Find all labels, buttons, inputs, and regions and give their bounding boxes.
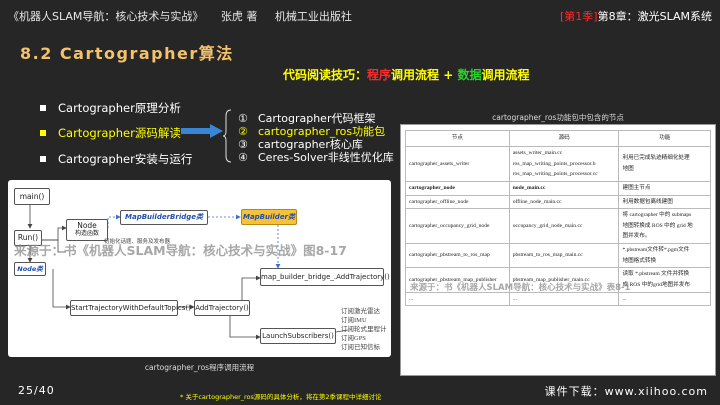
source-file: assets_writer_main.cc — [512, 150, 563, 156]
cell-function: *.pbstream文件转*.pgm文件 地图格式转换 — [618, 242, 711, 269]
cell-node: cartographer_pbstream_to_ros_map — [405, 242, 510, 269]
arrow-right-icon — [181, 124, 223, 138]
tip-part1: 程序 — [367, 68, 392, 82]
bullet-item: Cartographer原理分析 — [40, 100, 181, 116]
download-link[interactable]: 课件下载：www.xiihoo.com — [545, 383, 708, 399]
chapter-label: 第8章：激光SLAM系统 — [597, 10, 712, 23]
section-title: 8.2 Cartographer算法 — [20, 44, 234, 63]
table-row: cartographer_offline_node offline_node_ma… — [405, 194, 711, 210]
function-text: 读取 *.pbstream 文件并转换 — [622, 271, 690, 278]
source-file: occupancy_grid_node_main.cc — [512, 222, 583, 229]
bullet-square-icon — [40, 155, 46, 162]
function-text: 建图主节点 — [622, 184, 651, 191]
bullet-item: Cartographer安装与运行 — [40, 151, 192, 167]
source-file: ... — [512, 295, 517, 302]
cell-source: occupancy_grid_node_main.cc — [508, 208, 620, 244]
cell-node: ... — [405, 291, 510, 307]
code-reading-tip: 代码阅读技巧：程序调用流程 + 数据调用流程 — [283, 66, 529, 83]
author: 张虎 著 — [220, 10, 258, 23]
cell-function: 利用已完成轨迹精细化处理 地图 — [618, 146, 711, 182]
col-header-function: 功能 — [618, 130, 711, 147]
node-constructor-box: Node 构造函数 — [66, 219, 108, 241]
cell-node: cartographer_node — [405, 180, 510, 196]
function-text: 地图格式转换 — [622, 257, 657, 264]
function-text: 将 cartographer 中的 submaps — [622, 212, 692, 219]
function-text: ... — [622, 295, 627, 302]
book-title: 《机器人SLAM导航：核心技术与实战》 — [8, 10, 204, 23]
cell-node: cartographer_offline_node — [405, 194, 510, 210]
function-text: 利用已完成轨迹精细化处理 — [622, 155, 690, 162]
add-trajectory-box: AddTrajectory() — [194, 300, 250, 316]
cell-function: 读取 *.pbstream 文件并转换成 ROS 中的grid地图并发布 — [618, 267, 711, 293]
table-row: cartographer_node node_main.cc 建图主节点 — [405, 180, 711, 196]
source-watermark-left: 来源于：书《机器人SLAM导航：核心技术与实战》图8-17 — [14, 243, 347, 258]
tip-part2: 数据 — [457, 68, 482, 82]
footnote: * 关于cartographer_ros源码的具体分析，将在第2季课程中详细讨论 — [180, 393, 382, 401]
main-box: main() — [14, 188, 50, 205]
function-text: 成 ROS 中的grid地图并发布 — [622, 281, 690, 288]
source-file: offline_node_main.cc — [512, 198, 562, 205]
bullet-label: Cartographer源码解读 — [58, 126, 181, 140]
subscription-list: 订阅激光雷达 订阅IMU 订阅轮式里程计 订阅GPS 订阅已知信标 — [341, 308, 387, 351]
cell-function: 利用数据包离线建图 — [618, 194, 711, 210]
source-file: ros_map_writing_points_processor.cc — [512, 171, 598, 178]
bullet-item-active: Cartographer源码解读 — [40, 125, 181, 141]
cell-source: node_main.cc — [508, 180, 620, 196]
mapbuilder-bridge-box: MapBuilderBridge类 — [120, 210, 208, 225]
diagram-caption: cartographer_ros程序调用流程 — [144, 363, 255, 372]
start-trajectory-box: StartTrajectoryWithDefaultTopics() — [70, 300, 191, 316]
bullet-square-icon — [40, 129, 46, 136]
header-right: [第1季]第8章：激光SLAM系统 — [560, 8, 712, 24]
node-class-box: Node类 — [14, 262, 46, 276]
function-text: 地图转换成 ROS 中的 grid 地 — [622, 222, 693, 229]
function-text: 地图 — [622, 165, 634, 172]
cell-source: ... — [508, 291, 620, 307]
call-flow-diagram: main() Run() Node 构造函数 Node类 MapBuilderB… — [8, 180, 391, 357]
cell-function: 将 cartographer 中的 submaps 地图转换成 ROS 中的 gr… — [618, 208, 711, 244]
table-row: cartographer_pbstream_to_ros_map pbstream… — [405, 242, 711, 269]
sublist-item: ④ Ceres-Solver非线性优化库 — [238, 151, 394, 164]
bullet-square-icon — [40, 104, 46, 111]
table-row: ......... — [405, 291, 711, 307]
table-row: cartographer_occupancy_grid_node occupanc… — [405, 208, 711, 244]
source-watermark-right: 来源于：书《机器人SLAM导航：核心技术与实战》表8-1 — [410, 283, 631, 293]
cell-node: cartographer_occupancy_grid_node — [405, 208, 510, 244]
mapbuilder-box: MapBuilder类 — [241, 209, 297, 225]
cell-source: offline_node_main.cc — [508, 194, 620, 210]
cell-function: ... — [618, 291, 711, 307]
table-row: cartographer_assets_writer assets_writer_… — [405, 146, 711, 182]
cell-source: pbstream_to_ros_map_main.cc — [508, 242, 620, 269]
launch-subscribers-box: LaunchSubscribers() — [260, 328, 336, 344]
tip-mid: 调用流程 + — [391, 68, 458, 82]
cell-source: assets_writer_main.cc ros_map_writing_poi… — [508, 146, 620, 182]
table-header-row: 节点 源码 功能 — [405, 130, 711, 147]
season-label: [第1季] — [560, 10, 598, 23]
bullet-label: Cartographer原理分析 — [58, 101, 181, 115]
tip-prefix: 代码阅读技巧： — [283, 68, 368, 82]
source-file: ros_map_writing_points_processor.h — [512, 160, 596, 167]
tip-suffix: 调用流程 — [481, 68, 530, 82]
nodes-table-panel: 节点 源码 功能 cartographer_assets_writer asset… — [400, 124, 716, 376]
col-header-node: 节点 — [405, 130, 510, 147]
cell-node: cartographer_assets_writer — [405, 146, 510, 182]
header-left: 《机器人SLAM导航：核心技术与实战》 张虎 著 机械工业出版社 — [8, 8, 366, 24]
brace-icon — [222, 109, 232, 163]
bridge-add-trajectory-box: map_builder_bridge_.AddTrajectory() — [260, 268, 390, 286]
source-file: node_main.cc — [512, 184, 546, 191]
nodes-table: 节点 源码 功能 cartographer_assets_writer asset… — [405, 130, 711, 307]
function-text: 利用数据包离线建图 — [622, 198, 673, 205]
publisher: 机械工业出版社 — [274, 10, 352, 23]
table-caption: cartographer_ros功能包中包含的节点 — [492, 113, 624, 122]
source-file: pbstream_to_ros_map_main.cc — [512, 252, 583, 259]
cell-function: 建图主节点 — [618, 180, 711, 196]
bullet-label: Cartographer安装与运行 — [58, 152, 193, 166]
function-text: *.pbstream文件转*.pgm文件 — [622, 247, 690, 253]
function-text: 图并发布。 — [622, 233, 651, 240]
page-number: 25/40 — [18, 384, 55, 397]
col-header-source: 源码 — [508, 130, 620, 147]
